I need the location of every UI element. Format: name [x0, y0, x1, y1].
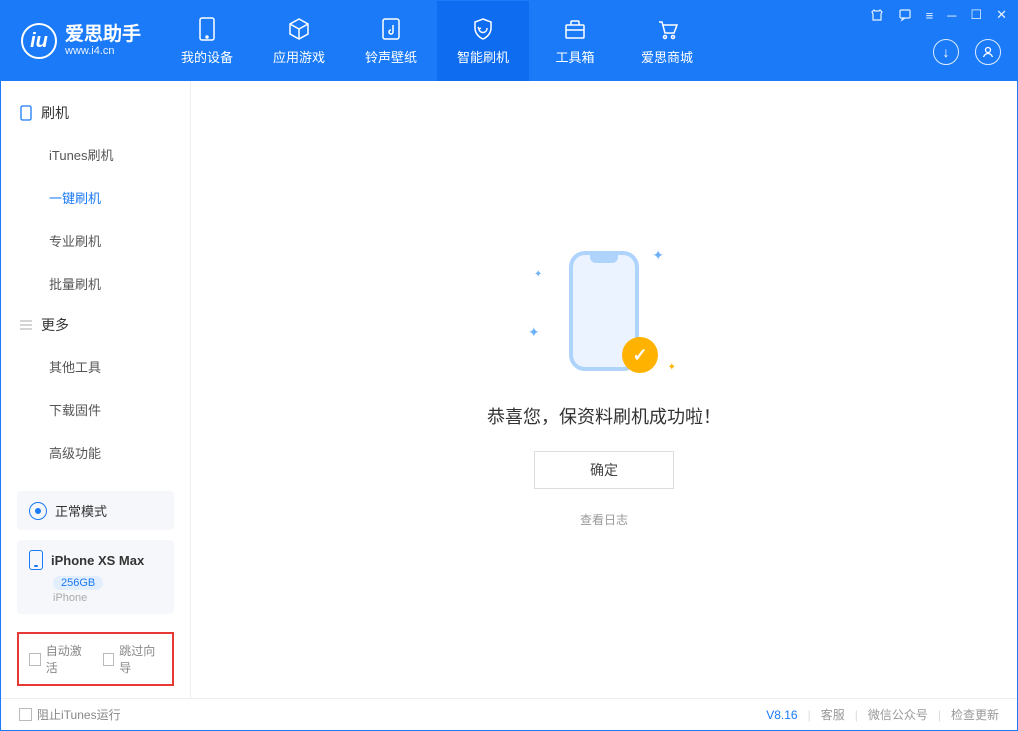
menu-icon[interactable]: ≡: [926, 8, 934, 23]
nav-label: 应用游戏: [273, 47, 325, 66]
nav-label: 爱思商城: [641, 47, 693, 66]
app-name: 爱思助手: [65, 25, 141, 46]
status-icon: [29, 502, 47, 520]
section-title: 更多: [41, 315, 69, 335]
options-highlighted: 自动激活 跳过向导: [17, 632, 174, 686]
phone-icon: [195, 17, 219, 41]
sidebar-section-flash: 刷机: [1, 93, 190, 133]
device-card[interactable]: iPhone XS Max 256GB iPhone: [17, 540, 174, 614]
tab-apps-games[interactable]: 应用游戏: [253, 1, 345, 81]
sparkle-icon: ✦: [652, 247, 664, 264]
sidebar-item-itunes-flash[interactable]: iTunes刷机: [1, 133, 190, 176]
minimize-button[interactable]: ─: [947, 8, 956, 23]
success-illustration: ✓ ✦ ✦ ✦ ✦: [544, 251, 664, 381]
checkbox-block-itunes[interactable]: 阻止iTunes运行: [19, 706, 121, 723]
tab-ringtone-wallpaper[interactable]: 铃声壁纸: [345, 1, 437, 81]
device-type: iPhone: [53, 592, 162, 604]
support-link[interactable]: 客服: [821, 706, 845, 723]
sidebar-item-batch-flash[interactable]: 批量刷机: [1, 262, 190, 305]
tab-my-device[interactable]: 我的设备: [161, 1, 253, 81]
sidebar-section-more: 更多: [1, 305, 190, 345]
sparkle-icon: ✦: [528, 324, 540, 341]
app-url: www.i4.cn: [65, 45, 141, 57]
version-text: V8.16: [766, 708, 797, 722]
body: 刷机 iTunes刷机 一键刷机 专业刷机 批量刷机 更多 其他工具 下载固件 …: [1, 81, 1017, 698]
success-message: 恭喜您，保资料刷机成功啦！: [487, 403, 721, 429]
sidebar: 刷机 iTunes刷机 一键刷机 专业刷机 批量刷机 更多 其他工具 下载固件 …: [1, 81, 191, 698]
sidebar-item-oneclick-flash[interactable]: 一键刷机: [1, 176, 190, 219]
music-file-icon: [379, 17, 403, 41]
nav-tabs: 我的设备 应用游戏 铃声壁纸 智能刷机 工具箱 爱思商城: [161, 1, 713, 81]
checkbox-icon: [29, 653, 41, 666]
device-capacity: 256GB: [53, 576, 103, 590]
toolbox-icon: [563, 17, 587, 41]
device-status[interactable]: 正常模式: [17, 491, 174, 530]
shirt-icon[interactable]: [870, 8, 884, 22]
view-log-link[interactable]: 查看日志: [580, 511, 628, 528]
tab-store[interactable]: 爱思商城: [621, 1, 713, 81]
header: iu 爱思助手 www.i4.cn 我的设备 应用游戏 铃声壁纸 智能刷机 工具…: [1, 1, 1017, 81]
confirm-button[interactable]: 确定: [534, 451, 674, 489]
feedback-icon[interactable]: [898, 8, 912, 22]
maximize-button[interactable]: ☐: [970, 7, 982, 23]
shield-refresh-icon: [471, 17, 495, 41]
cube-icon: [287, 17, 311, 41]
nav-label: 我的设备: [181, 47, 233, 66]
download-button[interactable]: ↓: [933, 39, 959, 65]
footer: 阻止iTunes运行 V8.16 | 客服 | 微信公众号 | 检查更新: [1, 698, 1017, 730]
sparkle-icon: ✦: [534, 269, 542, 280]
checkbox-icon: [19, 708, 32, 721]
checkbox-skip-guide[interactable]: 跳过向导: [103, 642, 163, 676]
tab-smart-flash[interactable]: 智能刷机: [437, 1, 529, 81]
check-update-link[interactable]: 检查更新: [951, 706, 999, 723]
sidebar-item-advanced[interactable]: 高级功能: [1, 431, 190, 474]
tab-toolbox[interactable]: 工具箱: [529, 1, 621, 81]
nav-label: 智能刷机: [457, 47, 509, 66]
sidebar-item-pro-flash[interactable]: 专业刷机: [1, 219, 190, 262]
sidebar-item-download-firmware[interactable]: 下载固件: [1, 388, 190, 431]
section-title: 刷机: [41, 103, 69, 123]
main-content: ✓ ✦ ✦ ✦ ✦ 恭喜您，保资料刷机成功啦！ 确定 查看日志: [191, 81, 1017, 698]
window-controls: ≡ ─ ☐ ✕: [870, 7, 1007, 23]
sparkle-icon: ✦: [668, 362, 676, 373]
nav-label: 工具箱: [556, 47, 595, 66]
checkmark-badge-icon: ✓: [622, 337, 658, 373]
header-actions: ↓: [933, 39, 1001, 65]
nav-label: 铃声壁纸: [365, 47, 417, 66]
wechat-link[interactable]: 微信公众号: [868, 706, 928, 723]
device-name: iPhone XS Max: [51, 553, 144, 568]
app-logo-icon: iu: [21, 23, 57, 59]
logo: iu 爱思助手 www.i4.cn: [1, 1, 161, 81]
status-text: 正常模式: [55, 501, 107, 520]
checkbox-auto-activate[interactable]: 自动激活: [29, 642, 89, 676]
checkbox-icon: [103, 653, 115, 666]
user-button[interactable]: [975, 39, 1001, 65]
sidebar-item-other-tools[interactable]: 其他工具: [1, 345, 190, 388]
close-button[interactable]: ✕: [996, 7, 1007, 23]
cart-icon: [655, 17, 679, 41]
phone-small-icon: [19, 106, 33, 120]
device-phone-icon: [29, 550, 43, 570]
list-icon: [19, 318, 33, 332]
